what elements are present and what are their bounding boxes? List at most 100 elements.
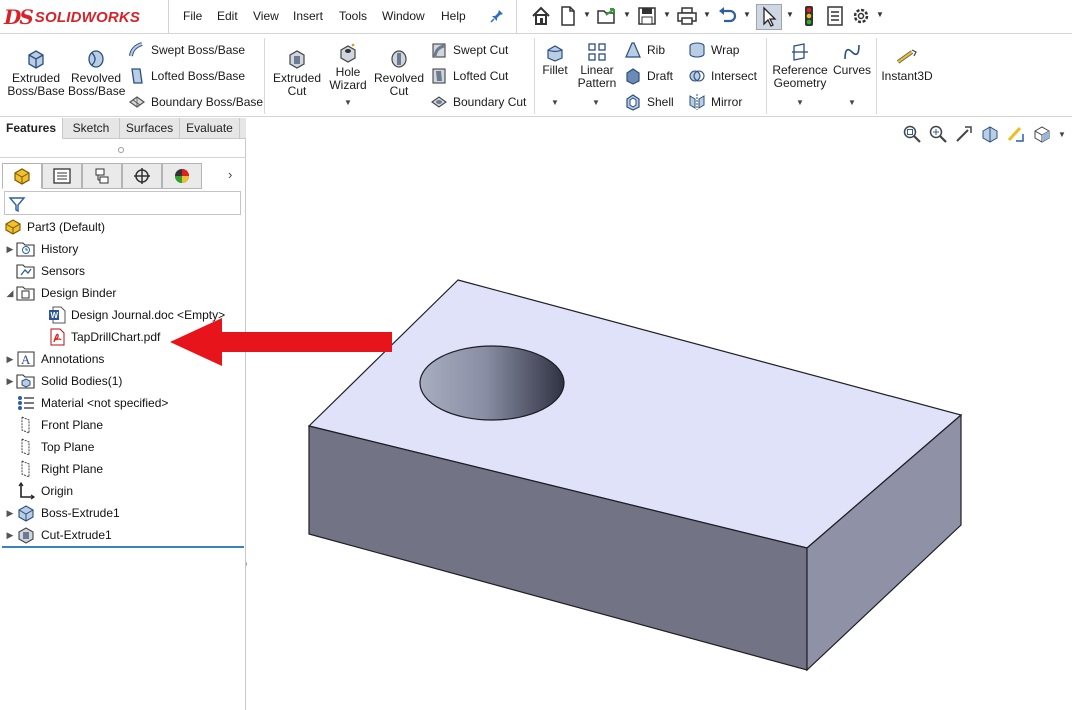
tree-item-tapdrillchart-pdf[interactable]: TapDrillChart.pdf xyxy=(48,326,160,348)
reference-geometry-button[interactable]: Reference Geometry xyxy=(770,42,830,90)
zoom-to-area-icon[interactable] xyxy=(928,124,948,144)
chevron-down-icon[interactable]: ▼ xyxy=(703,10,711,19)
tree-item-annotations[interactable]: ▶ A Annotations xyxy=(4,348,104,370)
feature-tree-filter[interactable] xyxy=(4,191,241,215)
chevron-down-icon[interactable]: ▼ xyxy=(623,10,631,19)
tab-sketch[interactable]: Sketch xyxy=(63,118,120,139)
open-folder-icon[interactable] xyxy=(596,5,618,27)
undo-icon[interactable] xyxy=(716,5,738,27)
chevron-down-icon[interactable]: ▼ xyxy=(1058,130,1066,139)
save-icon[interactable] xyxy=(636,5,658,27)
new-document-icon[interactable] xyxy=(557,5,579,27)
lofted-cut-button[interactable]: Lofted Cut xyxy=(430,66,508,86)
chevron-down-icon[interactable]: ◢ xyxy=(4,288,16,299)
panel-splitter-grip[interactable] xyxy=(118,147,124,153)
tree-item-sensors[interactable]: Sensors xyxy=(4,260,85,282)
rib-button[interactable]: Rib xyxy=(624,40,665,60)
chevron-right-icon[interactable]: ▶ xyxy=(4,354,16,365)
extruded-boss-button[interactable]: Extruded Boss/Base xyxy=(4,48,68,98)
revolved-cut-button[interactable]: Revolved Cut xyxy=(372,48,426,98)
material-icon xyxy=(18,396,34,410)
chevron-down-icon[interactable]: ▼ xyxy=(876,10,884,19)
instant3d-button[interactable]: Instant3D xyxy=(880,48,934,83)
home-icon[interactable] xyxy=(530,5,552,27)
tree-root-part[interactable]: Part3 (Default) xyxy=(4,216,105,238)
chevron-right-icon[interactable]: ▶ xyxy=(4,530,16,541)
chevron-down-icon[interactable]: ▼ xyxy=(796,98,804,107)
file-properties-icon[interactable] xyxy=(824,5,846,27)
chevron-down-icon[interactable]: ▼ xyxy=(663,10,671,19)
print-icon[interactable] xyxy=(676,5,698,27)
tab-featuremanager-tree[interactable] xyxy=(2,163,42,189)
fillet-button[interactable]: Fillet xyxy=(538,42,572,77)
view-orientation-icon[interactable] xyxy=(1032,124,1052,144)
section-view-icon[interactable] xyxy=(980,124,1000,144)
shell-button[interactable]: Shell xyxy=(624,92,674,112)
mirror-button[interactable]: Mirror xyxy=(688,92,742,112)
tree-item-front-plane[interactable]: Front Plane xyxy=(4,414,103,436)
tree-item-boss-extrude1[interactable]: ▶ Boss-Extrude1 xyxy=(4,502,120,524)
chevron-right-icon[interactable]: ▶ xyxy=(4,376,16,387)
tab-propertymanager[interactable] xyxy=(42,163,82,189)
chevron-down-icon[interactable]: ▼ xyxy=(743,10,751,19)
gear-icon[interactable] xyxy=(850,5,872,27)
3d-model-viewport[interactable] xyxy=(247,118,1072,710)
menu-help[interactable]: Help xyxy=(441,9,466,23)
tree-item-history[interactable]: ▶ History xyxy=(4,238,78,260)
linear-pattern-button[interactable]: Linear Pattern xyxy=(574,42,620,90)
chevron-right-icon[interactable]: ▶ xyxy=(4,508,16,519)
revolved-boss-button[interactable]: Revolved Boss/Base xyxy=(68,48,125,98)
rebuild-traffic-light-icon[interactable] xyxy=(798,5,820,27)
chevron-down-icon[interactable]: ▼ xyxy=(551,98,559,107)
previous-view-icon[interactable] xyxy=(954,124,974,144)
lofted-boss-button[interactable]: Lofted Boss/Base xyxy=(128,66,245,86)
tab-dimxpertmanager[interactable] xyxy=(122,163,162,189)
boundary-boss-button[interactable]: Boundary Boss/Base xyxy=(128,92,263,112)
chevron-down-icon[interactable]: ▼ xyxy=(848,98,856,107)
pin-icon[interactable] xyxy=(490,9,504,23)
menu-tools[interactable]: Tools xyxy=(339,9,367,23)
tab-evaluate[interactable]: Evaluate xyxy=(180,118,240,139)
chevron-right-icon[interactable]: › xyxy=(228,167,232,182)
chevron-down-icon[interactable]: ▼ xyxy=(344,98,352,107)
chevron-down-icon[interactable]: ▼ xyxy=(592,98,600,107)
rib-label: Rib xyxy=(647,43,666,57)
tab-configurationmanager[interactable] xyxy=(82,163,122,189)
boundary-cut-button[interactable]: Boundary Cut xyxy=(430,92,526,112)
tree-item-solid-bodies[interactable]: ▶ Solid Bodies(1) xyxy=(4,370,122,392)
tree-item-cut-extrude1[interactable]: ▶ Cut-Extrude1 xyxy=(4,524,112,546)
zoom-to-fit-icon[interactable] xyxy=(902,124,922,144)
chevron-down-icon[interactable]: ▼ xyxy=(786,10,794,19)
tree-item-top-plane[interactable]: Top Plane xyxy=(4,436,94,458)
tab-features[interactable]: Features xyxy=(0,118,63,139)
menu-file[interactable]: File xyxy=(183,9,202,23)
tree-item-material[interactable]: Material <not specified> xyxy=(4,392,168,414)
intersect-button[interactable]: Intersect xyxy=(688,66,757,86)
curves-button[interactable]: Curves xyxy=(832,42,872,77)
drilled-hole[interactable] xyxy=(419,345,565,421)
tab-displaymanager[interactable] xyxy=(162,163,202,189)
chevron-down-icon[interactable]: ▼ xyxy=(583,10,591,19)
extruded-cut-button[interactable]: Extruded Cut xyxy=(270,48,324,98)
select-button[interactable] xyxy=(756,4,782,30)
tree-item-right-plane[interactable]: Right Plane xyxy=(4,458,103,480)
draft-button[interactable]: Draft xyxy=(624,66,673,86)
wrap-button[interactable]: Wrap xyxy=(688,40,739,60)
chevron-right-icon[interactable]: ▶ xyxy=(4,244,16,255)
hole-wizard-button[interactable]: Hole Wizard xyxy=(326,42,370,92)
dynamic-annotation-view-icon[interactable] xyxy=(1006,124,1026,144)
tree-item-design-binder[interactable]: ◢ Design Binder xyxy=(4,282,116,304)
tree-item-origin[interactable]: Origin xyxy=(4,480,73,502)
swept-boss-button[interactable]: Swept Boss/Base xyxy=(128,40,245,60)
draft-label: Draft xyxy=(647,69,674,83)
tree-item-label: Cut-Extrude1 xyxy=(41,528,112,542)
menu-window[interactable]: Window xyxy=(382,9,425,23)
graphics-area[interactable] xyxy=(247,118,1072,710)
swept-cut-button[interactable]: Swept Cut xyxy=(430,40,508,60)
menu-insert[interactable]: Insert xyxy=(293,9,323,23)
menu-edit[interactable]: Edit xyxy=(217,9,238,23)
rollback-bar[interactable] xyxy=(2,546,244,548)
tab-surfaces[interactable]: Surfaces xyxy=(120,118,180,139)
menu-view[interactable]: View xyxy=(253,9,279,23)
solidworks-logo[interactable]: DS SOLIDWORKS xyxy=(4,4,154,30)
